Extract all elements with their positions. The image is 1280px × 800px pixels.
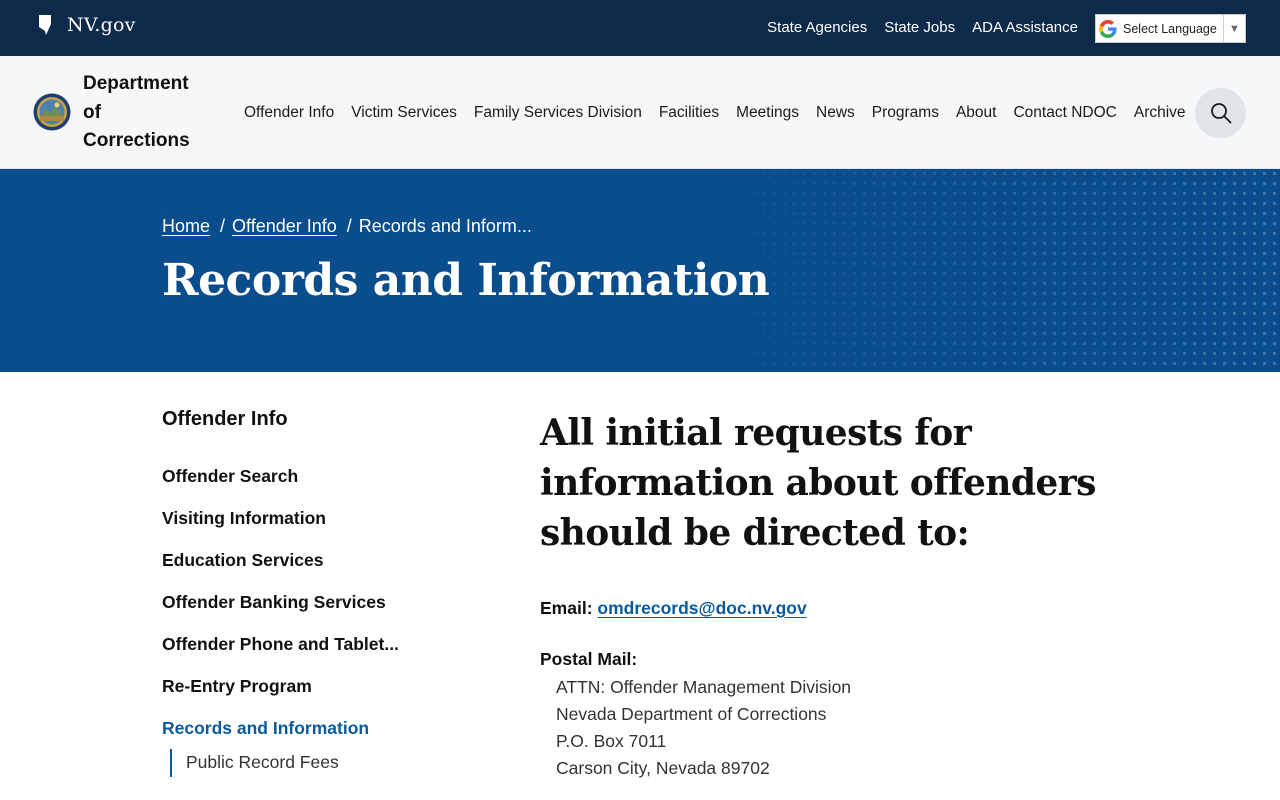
side-nav-visiting-information[interactable]: Visiting Information xyxy=(162,508,399,550)
page-title: Records and Information xyxy=(162,255,770,306)
side-nav-heading[interactable]: Offender Info xyxy=(162,408,288,431)
side-nav-list: Offender Search Visiting Information Edu… xyxy=(162,466,399,760)
department-name-line-1: Department xyxy=(83,73,189,94)
side-nav-education-services[interactable]: Education Services xyxy=(162,550,399,592)
email-link[interactable]: omdrecords@doc.nv.gov xyxy=(597,598,806,618)
utility-links: State Agencies State Jobs ADA Assistance xyxy=(767,19,1078,36)
state-agencies-link[interactable]: State Agencies xyxy=(767,19,867,36)
dropdown-arrow-icon: ▼ xyxy=(1223,15,1245,42)
department-name-line-2: of xyxy=(83,101,101,123)
utility-bar: NV.gov State Agencies State Jobs ADA Ass… xyxy=(0,0,1280,56)
search-icon xyxy=(1210,103,1231,124)
language-select[interactable]: Select Language ▼ xyxy=(1095,14,1246,43)
nav-contact-ndoc[interactable]: Contact NDOC xyxy=(1013,104,1116,128)
nav-offender-info[interactable]: Offender Info xyxy=(244,104,334,128)
main-nav: Offender Info Victim Services Family Ser… xyxy=(244,104,1196,128)
email-label: Email: xyxy=(540,598,593,618)
side-nav-offender-banking-services[interactable]: Offender Banking Services xyxy=(162,592,399,634)
search-button[interactable] xyxy=(1195,88,1246,138)
address-line: P.O. Box 7011 xyxy=(556,731,667,751)
ada-assistance-link[interactable]: ADA Assistance xyxy=(972,19,1078,36)
language-select-label: Select Language xyxy=(1123,21,1217,36)
department-seal-icon[interactable] xyxy=(33,93,71,131)
nav-facilities[interactable]: Facilities xyxy=(659,104,719,128)
content-heading: All initial requests for information abo… xyxy=(540,412,1096,554)
department-name-line-3: Corrections xyxy=(83,130,190,151)
hero-dot-pattern xyxy=(680,169,1280,372)
email-row: Email: omdrecords@doc.nv.gov xyxy=(540,598,807,619)
breadcrumb: Home / Offender Info / Records and Infor… xyxy=(162,216,532,237)
breadcrumb-current: Records and Inform... xyxy=(358,216,532,236)
nv-gov-logo[interactable]: NV.gov xyxy=(38,14,136,36)
department-name[interactable]: Department of Corrections xyxy=(83,70,213,156)
breadcrumb-home[interactable]: Home xyxy=(162,216,210,237)
nav-meetings[interactable]: Meetings xyxy=(736,104,799,128)
postal-address: ATTN: Offender Management Division Nevad… xyxy=(556,674,851,782)
nav-about[interactable]: About xyxy=(956,104,997,128)
nav-programs[interactable]: Programs xyxy=(872,104,939,128)
postal-mail-label: Postal Mail: xyxy=(540,649,638,669)
address-line: Carson City, Nevada 89702 xyxy=(556,758,770,778)
side-nav-public-record-fees[interactable]: Public Record Fees xyxy=(170,749,339,777)
address-line: ATTN: Offender Management Division xyxy=(556,677,852,697)
google-g-icon xyxy=(1099,19,1117,38)
nav-victim-services[interactable]: Victim Services xyxy=(351,104,457,128)
page-hero: Home / Offender Info / Records and Infor… xyxy=(0,169,1280,372)
nav-family-services-division[interactable]: Family Services Division xyxy=(474,104,642,128)
nav-archive[interactable]: Archive xyxy=(1134,104,1186,128)
nav-news[interactable]: News xyxy=(816,104,855,128)
address-line: Nevada Department of Corrections xyxy=(556,704,827,724)
nevada-state-icon xyxy=(39,15,51,35)
breadcrumb-separator: / xyxy=(220,216,226,236)
breadcrumb-separator: / xyxy=(346,216,352,236)
state-jobs-link[interactable]: State Jobs xyxy=(884,19,955,36)
site-name: NV.gov xyxy=(67,14,136,36)
side-nav-offender-search[interactable]: Offender Search xyxy=(162,466,399,508)
side-nav-re-entry-program[interactable]: Re-Entry Program xyxy=(162,676,399,718)
site-header: Department of Corrections Offender Info … xyxy=(0,56,1280,169)
breadcrumb-offender-info[interactable]: Offender Info xyxy=(232,216,337,237)
side-nav-offender-phone-and-tablet[interactable]: Offender Phone and Tablet... xyxy=(162,634,399,676)
